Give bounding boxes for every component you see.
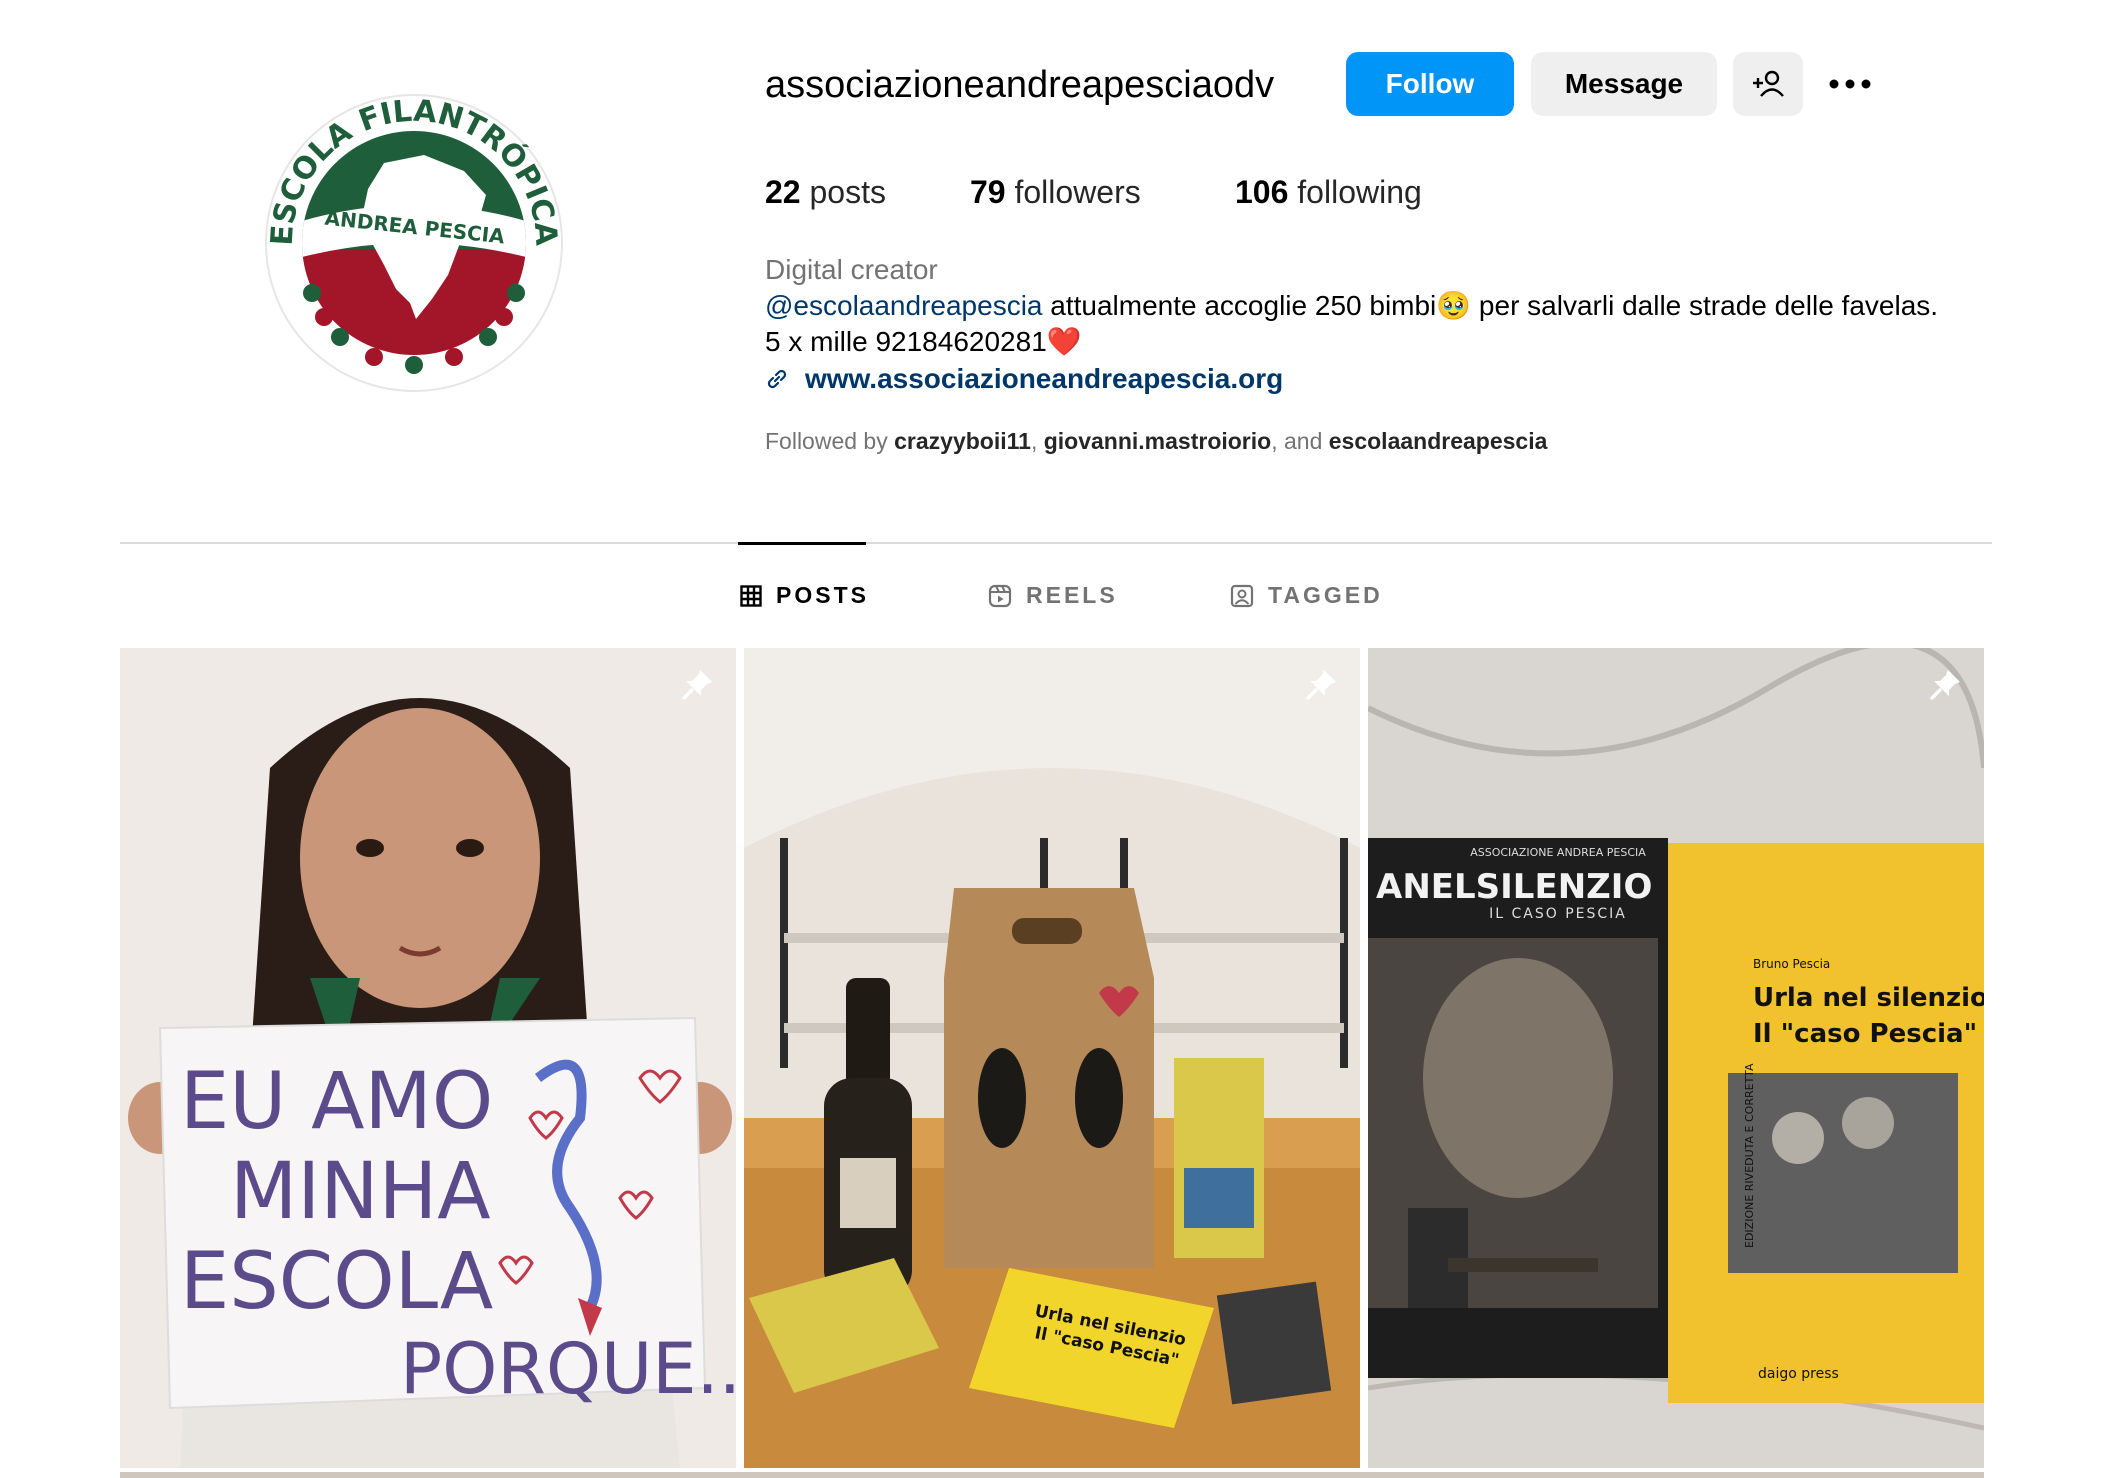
followed-by-user[interactable]: giovanni.mastroiorio [1044, 428, 1271, 454]
tab-posts-label: POSTS [776, 582, 869, 608]
tab-tagged-label: TAGGED [1268, 582, 1383, 608]
followers-stat[interactable]: 79 followers [970, 170, 1141, 214]
tabs-divider [120, 542, 1992, 544]
following-stat[interactable]: 106 following [1235, 170, 1422, 214]
bio-text: attualmente accoglie 250 bimbi🥹 per salv… [1042, 290, 1939, 321]
bio-external-link[interactable]: www.associazioneandreapescia.org [765, 360, 1283, 398]
post-tile[interactable]: Urla nel silenzio Il "caso Pescia" [744, 648, 1360, 1468]
post-tile[interactable]: EU AMO MINHA ESCOLA PORQUE.... [120, 648, 736, 1468]
tagged-icon [1230, 584, 1254, 607]
follow-button[interactable]: Follow [1346, 52, 1514, 116]
active-tab-indicator [738, 542, 866, 545]
profile-category: Digital creator [765, 254, 938, 285]
sign-line: MINHA [230, 1147, 491, 1237]
profile-avatar[interactable]: ESCOLA FILANTRÓPICA ANDREA PESCIA [264, 93, 564, 393]
bio-line-2: 5 x mille 92184620281❤️ [765, 326, 1082, 357]
followed-by-prefix: Followed by [765, 428, 895, 454]
pinned-icon [1306, 670, 1336, 700]
publisher-name: daigo press [1758, 1366, 1839, 1382]
dvd-association: ASSOCIAZIONE ANDREA PESCIA [1470, 846, 1646, 859]
bio-line-1: @escolaandreapescia attualmente accoglie… [765, 288, 1938, 324]
posts-label: posts [809, 174, 886, 210]
sign-line: PORQUE.... [400, 1328, 736, 1410]
tab-tagged[interactable]: TAGGED [1230, 582, 1383, 609]
post-tile[interactable]: ASSOCIAZIONE ANDREA PESCIA ANELSILENZIO … [1368, 648, 1984, 1468]
posts-stat: 22 posts [765, 170, 886, 214]
profile-username: associazioneandreapesciaodv [765, 64, 1275, 106]
tab-reels[interactable]: REELS [988, 582, 1118, 609]
avatar-logo: ESCOLA FILANTRÓPICA ANDREA PESCIA [265, 94, 564, 392]
following-label: following [1297, 174, 1422, 210]
book-side-text: EDIZIONE RIVEDUTA E CORRETTA [1743, 1063, 1756, 1248]
followed-by-separator: , and [1271, 428, 1329, 454]
tab-posts[interactable]: POSTS [740, 582, 869, 609]
more-options-button[interactable] [1818, 52, 1882, 116]
dvd-title: ANELSILENZIO [1376, 867, 1652, 907]
tab-reels-label: REELS [1026, 582, 1118, 608]
reels-icon [988, 584, 1012, 607]
followed-by-separator: , [1030, 428, 1044, 454]
book-author: Bruno Pescia [1753, 957, 1830, 971]
link-icon [767, 369, 787, 389]
bio-link-text[interactable]: www.associazioneandreapescia.org [805, 360, 1283, 398]
grid-icon [740, 584, 762, 607]
book-title-line: Il "caso Pescia" [1753, 1019, 1977, 1049]
message-button[interactable]: Message [1531, 52, 1717, 116]
next-row-posts[interactable] [120, 1472, 1984, 1478]
sign-line: EU AMO [180, 1057, 493, 1147]
add-person-icon [1753, 70, 1784, 97]
post-image: EU AMO MINHA ESCOLA PORQUE.... [120, 648, 736, 1468]
bio-mention-link[interactable]: @escolaandreapescia [765, 290, 1042, 321]
dvd-subtitle: IL CASO PESCIA [1489, 906, 1627, 922]
book-title-line: Urla nel silenzio [1753, 983, 1984, 1013]
followed-by-line[interactable]: Followed by crazyyboii11, giovanni.mastr… [765, 426, 1547, 456]
followers-count: 79 [970, 174, 1006, 210]
followers-label: followers [1014, 174, 1141, 210]
post-image: Urla nel silenzio Il "caso Pescia" [744, 648, 1360, 1468]
following-count: 106 [1235, 174, 1289, 210]
followed-by-user[interactable]: escolaandreapescia [1329, 428, 1548, 454]
suggest-users-button[interactable] [1733, 52, 1803, 116]
pinned-icon [682, 670, 712, 700]
more-dots-icon [1829, 79, 1871, 89]
post-image: ASSOCIAZIONE ANDREA PESCIA ANELSILENZIO … [1368, 648, 1984, 1468]
posts-count: 22 [765, 174, 801, 210]
followed-by-user[interactable]: crazyyboii11 [894, 428, 1031, 454]
pinned-icon [1930, 670, 1960, 700]
sign-line: ESCOLA [180, 1237, 493, 1327]
